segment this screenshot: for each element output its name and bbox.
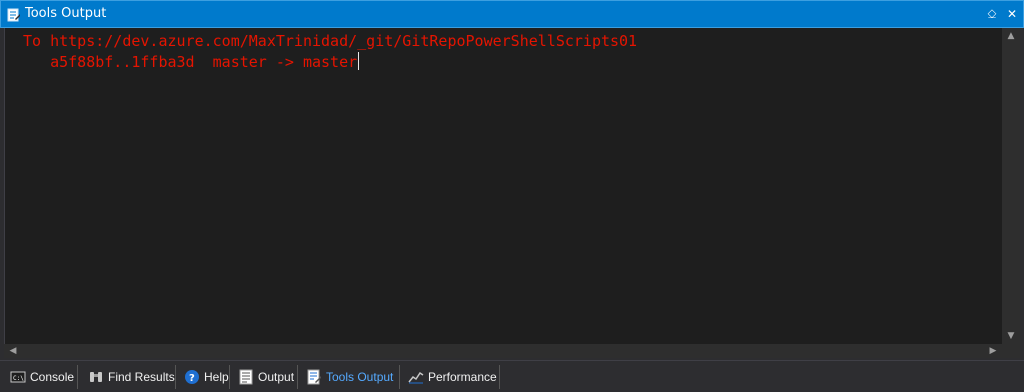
tab-label: Performance xyxy=(428,370,497,384)
tab-tools-output[interactable]: Tools Output xyxy=(302,365,400,389)
tab-label: Help xyxy=(204,370,229,384)
window-title: Tools Output xyxy=(25,6,107,21)
tab-find-results[interactable]: Find Results xyxy=(84,365,176,389)
pin-icon[interactable]: ⎐ xyxy=(985,7,999,21)
scroll-up-icon[interactable]: ▲ xyxy=(1002,28,1020,44)
bottom-tab-bar: C:\ Console Find Results ? Help Output T… xyxy=(0,360,1024,392)
tools-output-icon xyxy=(306,369,322,385)
tab-label: Output xyxy=(258,370,295,384)
vertical-scrollbar[interactable]: ▲ ▼ xyxy=(1002,28,1020,344)
tab-performance[interactable]: Performance xyxy=(404,365,500,389)
svg-text:?: ? xyxy=(189,373,195,384)
tab-output[interactable]: Output xyxy=(234,365,298,389)
tab-console[interactable]: C:\ Console xyxy=(6,365,78,389)
close-icon[interactable]: ✕ xyxy=(1005,7,1019,21)
horizontal-scrollbar[interactable]: ◀ ▶ xyxy=(4,344,1002,358)
tab-help[interactable]: ? Help xyxy=(180,365,230,389)
tab-label: Find Results xyxy=(108,370,175,384)
console-icon: C:\ xyxy=(10,369,26,385)
output-icon xyxy=(238,369,254,385)
scroll-left-icon[interactable]: ◀ xyxy=(6,344,20,358)
scroll-down-icon[interactable]: ▼ xyxy=(1002,328,1020,344)
window-titlebar: Tools Output ⎐ ✕ xyxy=(0,0,1024,28)
svg-text:C:\: C:\ xyxy=(13,375,24,382)
tab-label: Tools Output xyxy=(326,370,394,384)
performance-icon xyxy=(408,369,424,385)
tools-output-icon xyxy=(7,8,21,22)
help-icon: ? xyxy=(184,369,200,385)
text-caret xyxy=(358,52,360,70)
scroll-right-icon[interactable]: ▶ xyxy=(986,344,1000,358)
output-line-text: a5f88bf..1ffba3d master -> master xyxy=(23,53,358,71)
scrollbar-corner xyxy=(1002,344,1020,358)
tab-label: Console xyxy=(30,370,75,384)
tools-output-text-area[interactable]: To https://dev.azure.com/MaxTrinidad/_gi… xyxy=(4,28,1002,344)
output-line: a5f88bf..1ffba3d master -> master xyxy=(23,51,360,73)
binoculars-icon xyxy=(88,369,104,385)
output-line: To https://dev.azure.com/MaxTrinidad/_gi… xyxy=(23,32,638,50)
